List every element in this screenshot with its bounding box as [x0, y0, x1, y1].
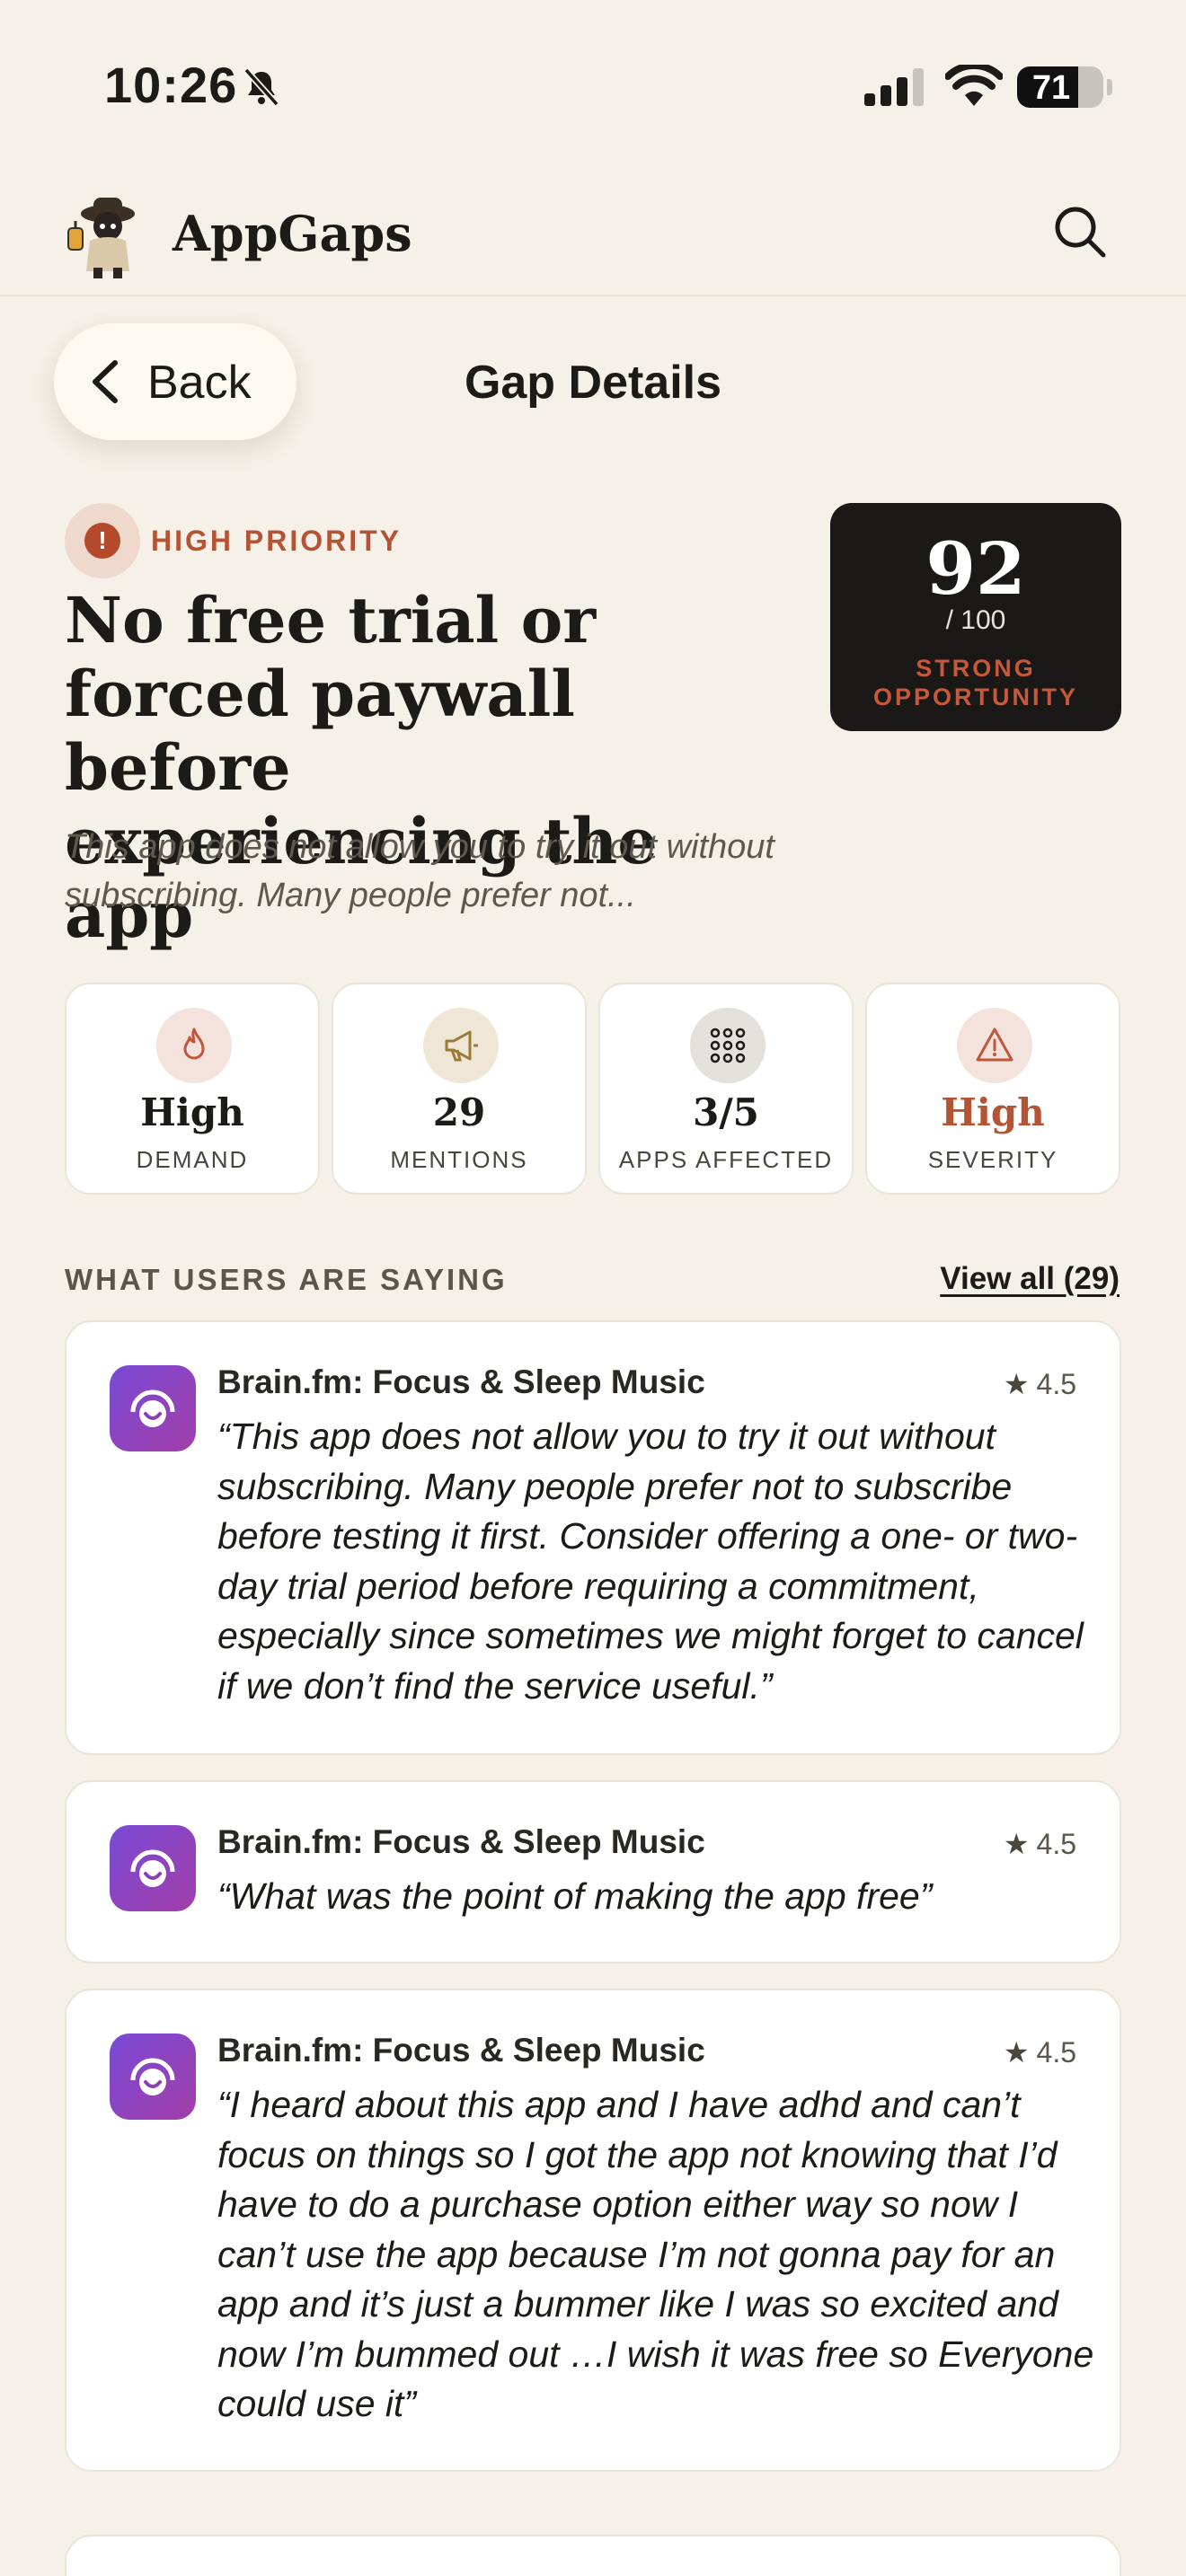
megaphone-icon	[423, 1008, 499, 1083]
rating-value: 4.5	[1036, 1368, 1076, 1400]
apps-grid-icon	[690, 1008, 766, 1083]
review-text: “I heard about this app and I have adhd …	[217, 2084, 1094, 2424]
alert-icon: !	[84, 523, 120, 559]
page-title: Gap Details	[464, 357, 722, 409]
stat-value: High	[140, 1090, 244, 1134]
priority-badge: !	[65, 503, 140, 578]
app-header: AppGaps	[0, 171, 1186, 296]
stat-label: SEVERITY	[927, 1146, 1058, 1173]
stat-card-severity: High SEVERITY	[865, 983, 1120, 1195]
stat-value: 29	[432, 1090, 486, 1134]
section-heading-reviews: WHAT USERS ARE SAYING	[65, 1263, 508, 1296]
warning-icon	[957, 1008, 1032, 1083]
cellular-signal-icon	[864, 68, 924, 106]
stat-label: MENTIONS	[390, 1146, 528, 1173]
star-icon: ★	[1003, 1368, 1030, 1400]
score-value: 92	[925, 526, 1026, 611]
review-app-name: Brain.fm: Focus & Sleep Music	[217, 2032, 705, 2069]
gap-description: This app does not allow you to try it ou…	[65, 828, 774, 914]
status-time: 10:26	[104, 57, 238, 113]
priority-label: HIGH PRIORITY	[151, 525, 403, 557]
battery-indicator: 71	[1017, 66, 1103, 108]
review-app-name: Brain.fm: Focus & Sleep Music	[217, 1823, 705, 1860]
bell-muted-icon	[243, 67, 279, 107]
star-icon: ★	[1003, 1828, 1030, 1860]
review-rating: ★ 4.5	[1004, 2035, 1076, 2069]
review-app-name: Brain.fm: Focus & Sleep Music	[217, 1363, 705, 1400]
stat-label: DEMAND	[136, 1146, 249, 1173]
rating-value: 4.5	[1036, 1828, 1076, 1860]
brainfm-app-icon	[110, 2033, 196, 2120]
rating-value: 4.5	[1036, 2036, 1076, 2069]
wifi-icon	[945, 65, 1003, 106]
battery-level: 71	[1031, 69, 1071, 107]
search-icon[interactable]	[1051, 203, 1109, 260]
brainfm-app-icon	[110, 1825, 196, 1911]
stat-value: High	[941, 1090, 1045, 1134]
review-text: “This app does not allow you to try it o…	[217, 1416, 1084, 1707]
view-all-reviews-link[interactable]: View all (29)	[940, 1261, 1120, 1297]
star-icon: ★	[1003, 2036, 1030, 2069]
review-card[interactable]	[65, 2535, 1121, 2576]
score-max: / 100	[945, 605, 1006, 635]
review-rating: ★ 4.5	[1004, 1827, 1076, 1861]
opportunity-score-card: 92 / 100 STRONG OPPORTUNITY	[830, 503, 1121, 731]
review-text: “What was the point of making the app fr…	[217, 1875, 933, 1917]
app-name: AppGaps	[173, 205, 412, 262]
status-bar: 10:26 71	[0, 0, 1186, 171]
brainfm-app-icon	[110, 1365, 196, 1451]
stat-card-demand: High DEMAND	[65, 983, 320, 1195]
review-card[interactable]: Brain.fm: Focus & Sleep Music ★ 4.5 “This…	[65, 1320, 1121, 1755]
review-rating: ★ 4.5	[1004, 1367, 1076, 1401]
stat-label: APPS AFFECTED	[618, 1146, 834, 1173]
stat-value: 3/5	[693, 1090, 759, 1134]
battery-cap	[1107, 79, 1112, 95]
score-label: STRONG OPPORTUNITY	[872, 655, 1078, 710]
flame-icon	[156, 1008, 232, 1083]
review-card[interactable]: Brain.fm: Focus & Sleep Music ★ 4.5 “I he…	[65, 1989, 1121, 2472]
review-card[interactable]: Brain.fm: Focus & Sleep Music ★ 4.5 “What…	[65, 1780, 1121, 1963]
app-logo[interactable]	[63, 190, 149, 280]
stat-card-mentions: 29 MENTIONS	[332, 983, 587, 1195]
stat-card-apps-affected: 3/5 APPS AFFECTED	[598, 983, 854, 1195]
